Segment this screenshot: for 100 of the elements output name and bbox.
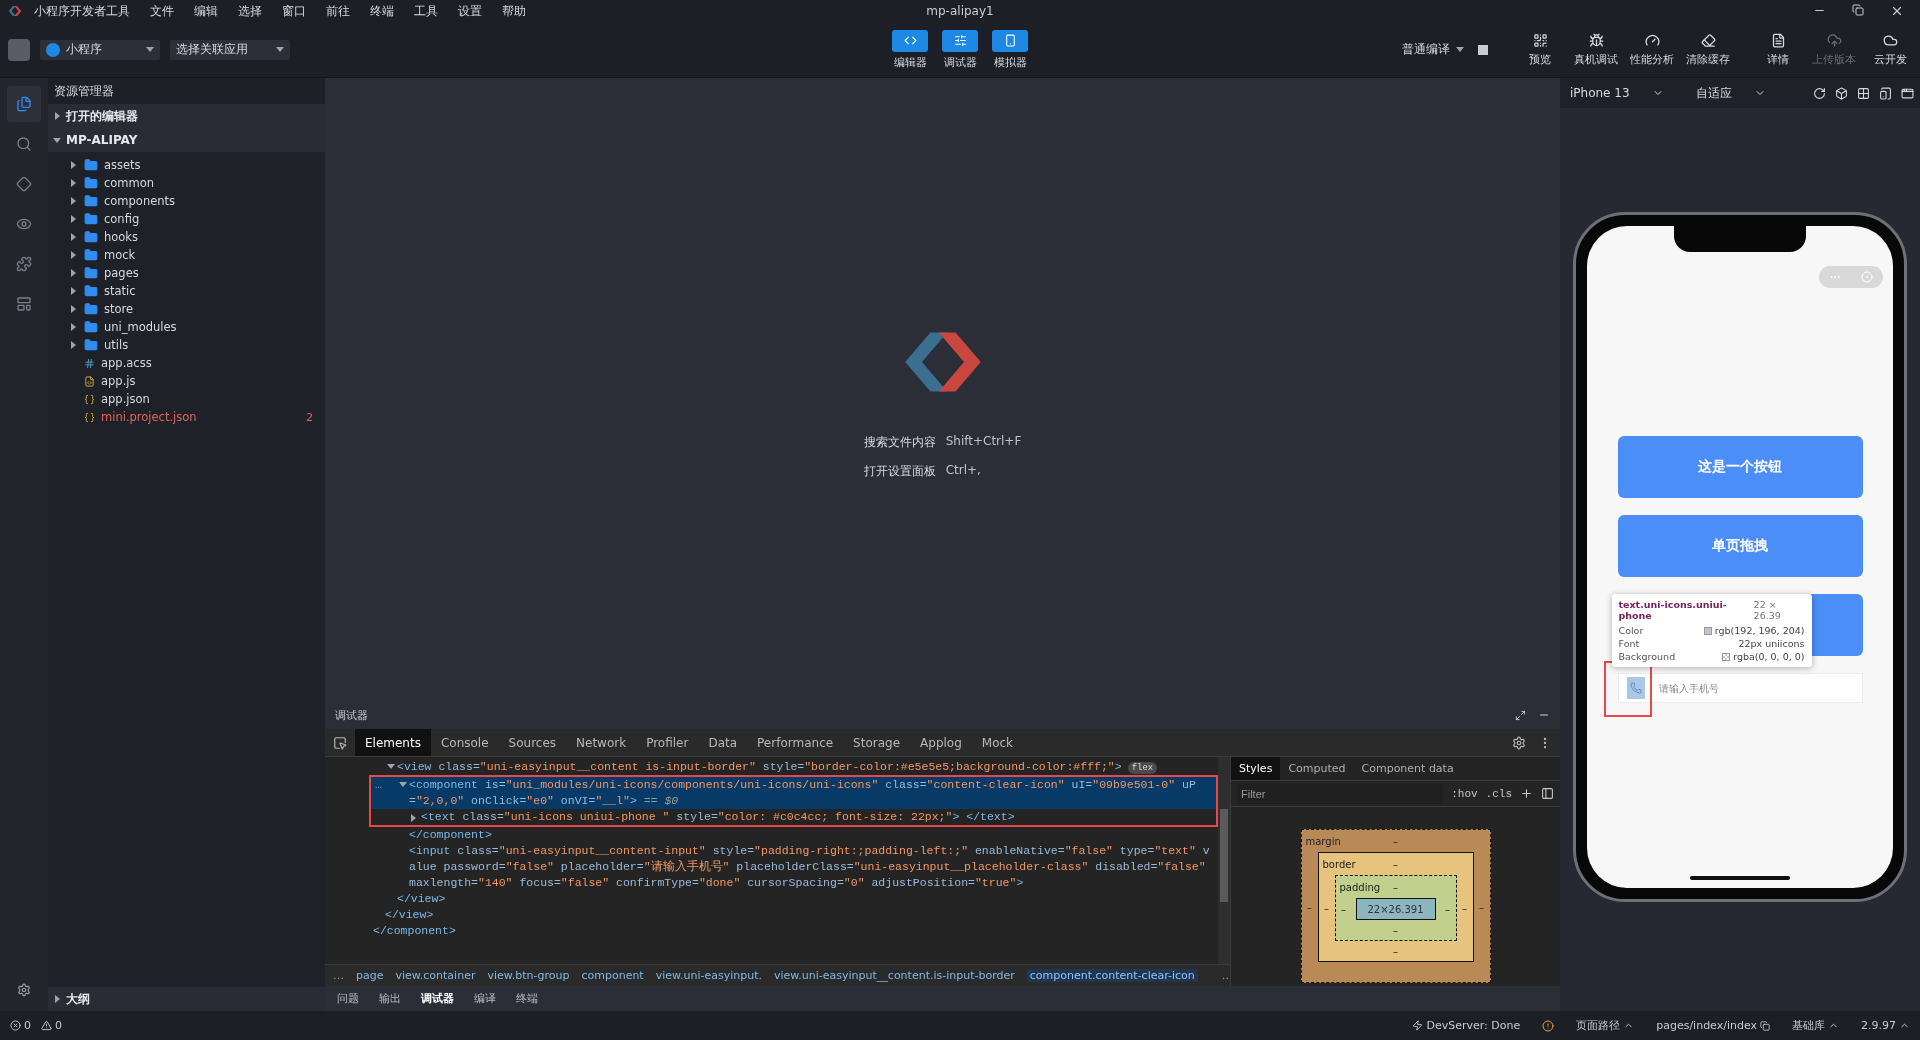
file-item[interactable]: app.acss: [48, 354, 325, 372]
devtools-tab[interactable]: Performance: [747, 729, 844, 756]
breadcrumb-item[interactable]: view.uni-easyinput__content.is-input-border: [774, 969, 1015, 982]
explorer-section[interactable]: MP-ALIPAY: [48, 128, 325, 152]
device-select[interactable]: iPhone 13: [1570, 86, 1672, 100]
styles-tab[interactable]: Computed: [1280, 757, 1354, 780]
stop-button[interactable]: [1478, 44, 1488, 55]
sidebar-toggle-icon[interactable]: [1541, 787, 1554, 800]
code-line[interactable]: <view class="uni-easyinput__content is-input-border" style="border-color:#e5e5e5;background-color:#fff;"> flex: [325, 759, 1218, 775]
disclosure-triangle[interactable]: [387, 764, 395, 769]
devtools-tab[interactable]: Console: [430, 729, 499, 756]
folder-item[interactable]: uni_modules: [48, 318, 325, 336]
mode-button[interactable]: 编辑器: [892, 29, 928, 70]
mode-button[interactable]: 调试器: [942, 29, 978, 70]
code-line[interactable]: <input class="uni-easyinput__content-input" style="padding-right:;padding-left:;" enableNative="false" type="text" value password="false" placeholder="请输入手机号" placeholderClass="uni-easyinput__placeholder-class" disabled="false" maxlength="140" focus="false" confirmType="done" cursorSpacing="0" adjustPosition="true">: [325, 843, 1218, 891]
panel-tab[interactable]: 终端: [508, 991, 546, 1006]
code-line[interactable]: </component>: [325, 827, 1218, 843]
disclosure-triangle[interactable]: [399, 782, 407, 787]
menu-item[interactable]: 文件: [142, 2, 182, 20]
phone-number-field[interactable]: 请输入手机号: [1656, 681, 1862, 695]
settings-icon[interactable]: [17, 983, 31, 997]
toolbar-action[interactable]: 云开发: [1868, 32, 1912, 67]
breadcrumb-item[interactable]: view.uni-easyinput.: [655, 969, 762, 982]
panel-tab[interactable]: 调试器: [413, 991, 462, 1006]
file-item[interactable]: mini.project.json 2: [48, 408, 325, 426]
base-library-toggle[interactable]: 基础库: [1792, 1018, 1839, 1033]
explorer-section[interactable]: 打开的编辑器: [48, 104, 325, 128]
code-line[interactable]: <text class="uni-icons uniui-phone " style="color: #c0c4cc; font-size: 22px;"> </text>: [325, 809, 1216, 825]
panel-tab[interactable]: 问题: [329, 991, 367, 1006]
menu-item[interactable]: 工具: [406, 2, 446, 20]
toolbar-action[interactable]: 清除缓存: [1686, 32, 1730, 67]
disclosure-triangle[interactable]: [411, 814, 416, 822]
grid-icon[interactable]: [1857, 86, 1870, 100]
settings-icon[interactable]: [1512, 735, 1526, 750]
library-version[interactable]: 2.9.97: [1861, 1019, 1910, 1032]
zoom-select[interactable]: 自适应: [1695, 84, 1774, 102]
page-path[interactable]: pages/index/index: [1656, 1019, 1770, 1032]
filter-toggle[interactable]: :hov: [1451, 787, 1478, 800]
folder-item[interactable]: assets: [48, 156, 325, 174]
toolbar-action[interactable]: 详情: [1756, 32, 1800, 67]
menu-item[interactable]: 设置: [450, 2, 490, 20]
folder-item[interactable]: static: [48, 282, 325, 300]
device-icon[interactable]: [1879, 86, 1892, 100]
folder-item[interactable]: mock: [48, 246, 325, 264]
error-count[interactable]: 0: [10, 1019, 31, 1032]
code-line[interactable]: </view>: [325, 891, 1218, 907]
restore-icon[interactable]: [1852, 4, 1864, 16]
styles-tab[interactable]: Component data: [1353, 757, 1462, 780]
filter-field[interactable]: Filter: [1237, 783, 1444, 804]
devtools-tab[interactable]: Elements: [355, 729, 431, 756]
breadcrumb-item[interactable]: view.container: [395, 969, 476, 982]
menu-item[interactable]: 选择: [230, 2, 270, 20]
folder-item[interactable]: utils: [48, 336, 325, 354]
activity-button[interactable]: [7, 86, 41, 122]
menu-item[interactable]: 窗口: [274, 2, 314, 20]
breadcrumb-item[interactable]: component.content-clear-icon: [1026, 969, 1198, 982]
page-path-toggle[interactable]: 页面路径: [1576, 1018, 1635, 1033]
folder-item[interactable]: config: [48, 210, 325, 228]
cube-icon[interactable]: [1835, 86, 1848, 100]
menu-item[interactable]: 帮助: [494, 2, 534, 20]
toolbar-action[interactable]: 真机调试: [1574, 32, 1618, 67]
menu-item[interactable]: 终端: [362, 2, 402, 20]
devtools-tab[interactable]: Profiler: [636, 729, 699, 756]
styles-tab[interactable]: Styles: [1231, 757, 1281, 780]
devtools-tab[interactable]: Data: [698, 729, 748, 756]
menu-item[interactable]: 编辑: [186, 2, 226, 20]
add-icon[interactable]: [1520, 787, 1533, 800]
devtools-tab[interactable]: Network: [566, 729, 637, 756]
devtools-tab[interactable]: Sources: [498, 729, 567, 756]
explorer-section[interactable]: 大纲: [48, 987, 325, 1011]
folder-item[interactable]: store: [48, 300, 325, 318]
window-icon[interactable]: [1901, 86, 1914, 100]
file-item[interactable]: app.js: [48, 372, 325, 390]
folder-item[interactable]: components: [48, 192, 325, 210]
breadcrumb-item[interactable]: view.btn-group: [487, 969, 570, 982]
code-line[interactable]: </view>: [325, 907, 1218, 923]
folder-item[interactable]: common: [48, 174, 325, 192]
file-item[interactable]: app.json: [48, 390, 325, 408]
toolbar-action[interactable]: 预览: [1518, 32, 1562, 67]
panel-tab[interactable]: 编译: [466, 991, 504, 1006]
devtools-tab[interactable]: Mock: [971, 729, 1024, 756]
related-app-select[interactable]: 选择关联应用: [170, 39, 290, 60]
mode-button[interactable]: 模拟器: [992, 29, 1028, 70]
refresh-icon[interactable]: [1813, 86, 1826, 100]
devtools-tab[interactable]: Applog: [910, 729, 972, 756]
breadcrumb-item[interactable]: page: [356, 969, 384, 982]
filter-toggle[interactable]: .cls: [1485, 787, 1512, 800]
warning-count[interactable]: 0: [41, 1019, 62, 1032]
expand-icon[interactable]: [1515, 709, 1526, 721]
toolbar-action[interactable]: 性能分析: [1630, 32, 1674, 67]
app-type-select[interactable]: 小程序: [40, 39, 160, 60]
compile-mode-select[interactable]: 普通编译: [1396, 39, 1466, 60]
folder-item[interactable]: hooks: [48, 228, 325, 246]
breadcrumb-item[interactable]: component: [581, 969, 644, 982]
devtools-tab[interactable]: Storage: [843, 729, 911, 756]
close-icon[interactable]: [1890, 4, 1904, 18]
phone-input[interactable]: 请输入手机号: [1617, 673, 1863, 703]
folder-item[interactable]: pages: [48, 264, 325, 282]
panel-tab[interactable]: 输出: [371, 991, 409, 1006]
menu-item[interactable]: 前往: [318, 2, 358, 20]
